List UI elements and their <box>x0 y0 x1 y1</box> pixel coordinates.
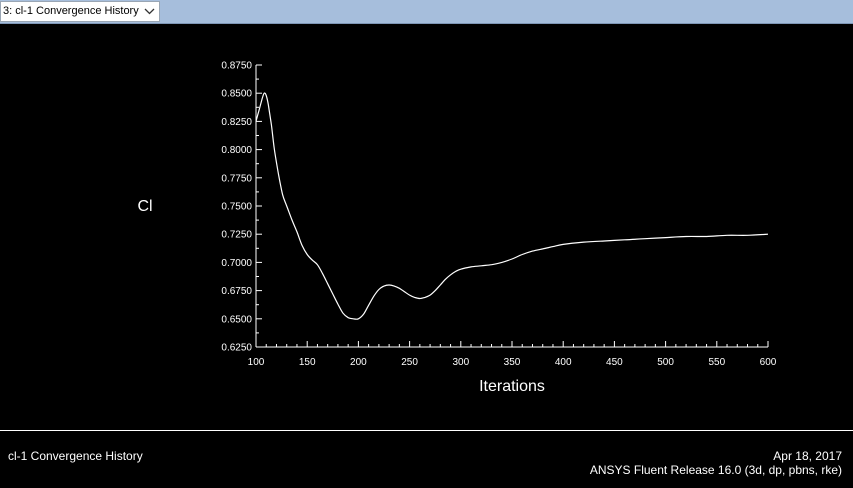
x-tick-label: 450 <box>606 357 623 368</box>
footer-divider <box>0 430 853 431</box>
footer-plot-title: cl-1 Convergence History <box>8 449 143 463</box>
footer-release-info: ANSYS Fluent Release 16.0 (3d, dp, pbns,… <box>589 463 842 477</box>
x-tick-label: 300 <box>452 357 469 368</box>
y-tick-label: 0.8750 <box>221 61 252 72</box>
x-tick-label: 400 <box>555 357 572 368</box>
y-tick-label: 0.6250 <box>221 343 252 354</box>
app-window: 3: cl-1 Convergence History 0.6250 0.6500… <box>0 0 853 488</box>
window-select-dropdown[interactable]: 3: cl-1 Convergence History <box>0 1 160 22</box>
y-tick-label: 0.6500 <box>221 314 252 325</box>
x-tick-label: 100 <box>248 357 265 368</box>
x-tick-label: 250 <box>401 357 418 368</box>
x-tick-label: 500 <box>657 357 674 368</box>
x-tick-label: 350 <box>504 357 521 368</box>
y-tick-label: 0.7500 <box>221 202 252 213</box>
y-tick-label: 0.6750 <box>221 286 252 297</box>
x-tick-label: 200 <box>350 357 367 368</box>
y-tick-label: 0.7000 <box>221 258 252 269</box>
y-tick-label: 0.8000 <box>221 145 252 156</box>
x-axis-title: Iterations <box>479 378 545 395</box>
window-select-label: 3: cl-1 Convergence History <box>3 5 139 17</box>
x-tick-label: 600 <box>760 357 777 368</box>
x-tick-label: 550 <box>708 357 725 368</box>
window-select-bar: 3: cl-1 Convergence History <box>0 0 853 24</box>
series-line-cl <box>255 92 769 320</box>
y-axis-title: Cl <box>137 198 152 215</box>
y-tick-label: 0.8250 <box>221 117 252 128</box>
line-chart: 0.6250 0.6500 0.6750 0.7000 0.7250 0.7500 0.77… <box>137 61 777 396</box>
chevron-down-icon[interactable] <box>141 3 158 20</box>
footer-date: Apr 18, 2017 <box>773 449 842 463</box>
y-tick-label: 0.8500 <box>221 89 252 100</box>
y-tick-label: 0.7750 <box>221 173 252 184</box>
x-tick-label: 150 <box>299 357 316 368</box>
convergence-plot: 0.6250 0.6500 0.6750 0.7000 0.7250 0.7500 0.77… <box>0 24 853 429</box>
y-tick-label: 0.7250 <box>221 230 252 241</box>
